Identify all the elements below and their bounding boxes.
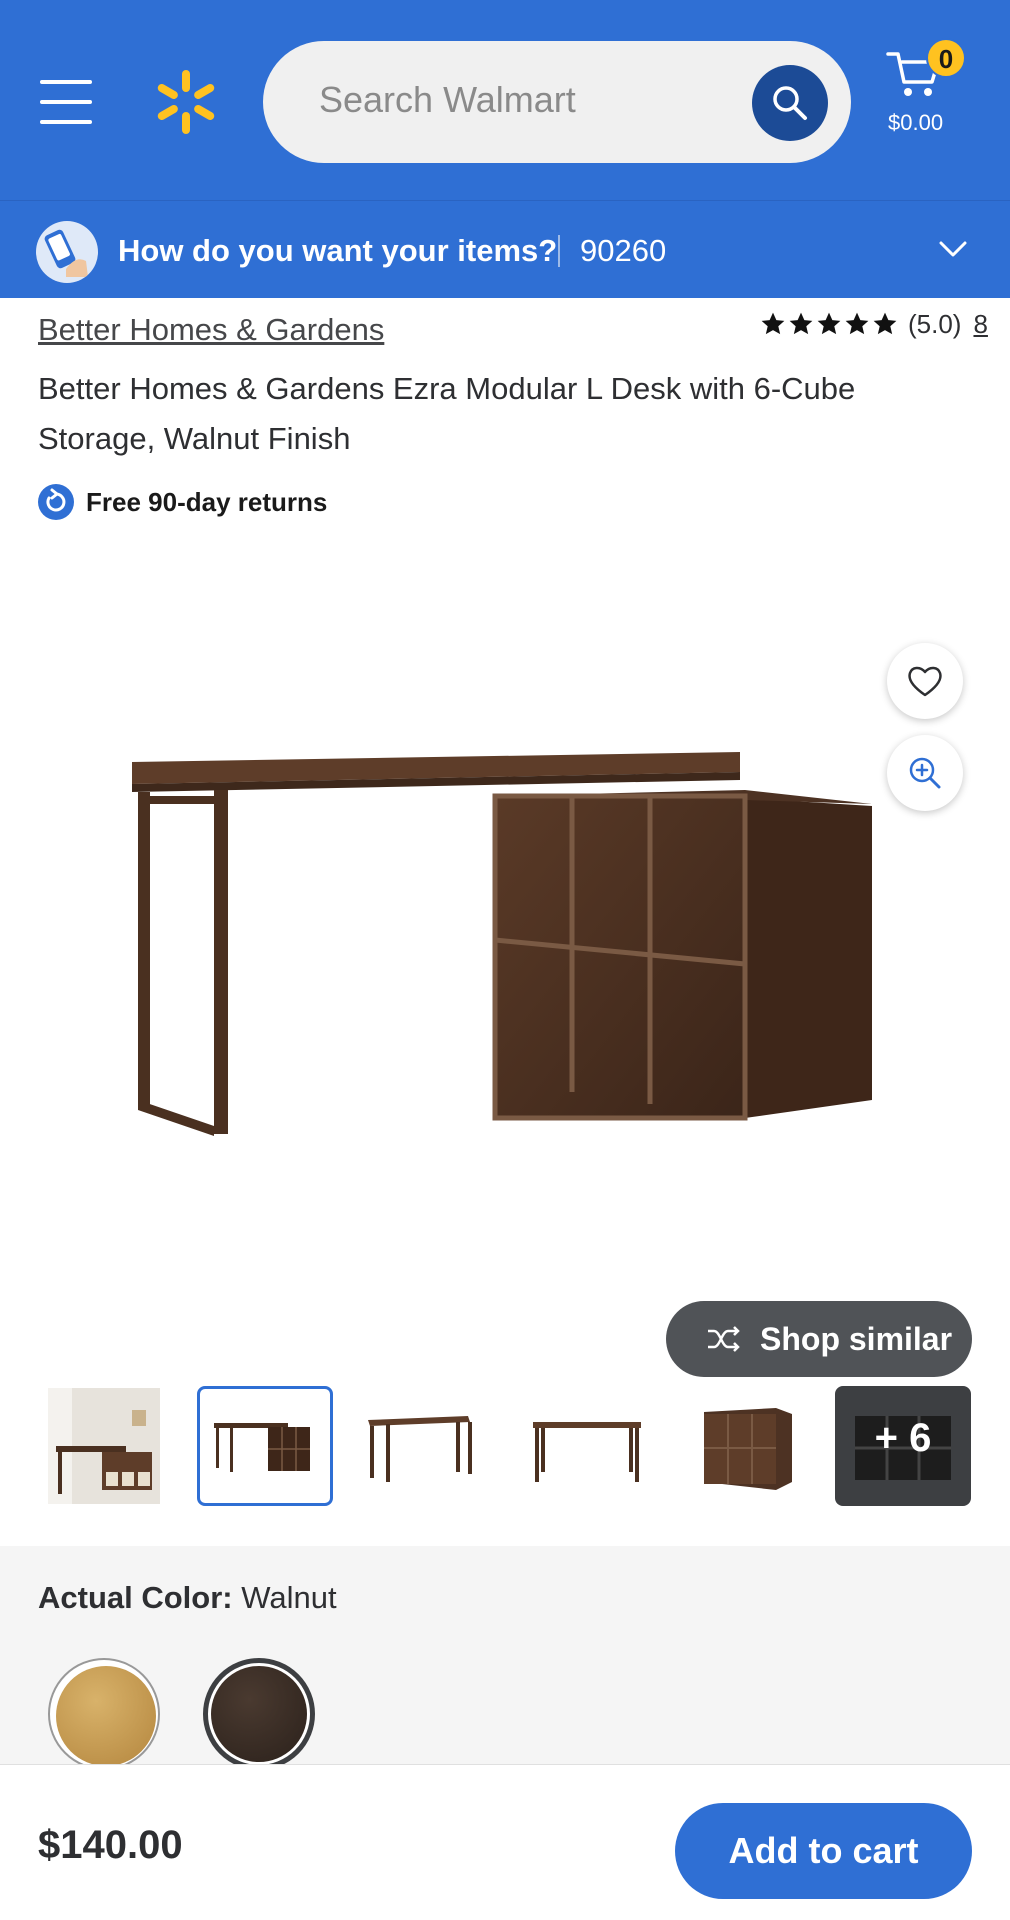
search-button[interactable] [752,65,828,141]
zoom-in-icon [909,757,941,789]
color-label-key: Actual Color: [38,1580,233,1615]
delivery-selector[interactable]: How do you want your items? 90260 [0,200,1010,298]
review-count-link[interactable]: 8 [973,309,987,340]
shop-similar-button[interactable]: Shop similar [666,1301,972,1377]
heart-icon [908,666,942,697]
delivery-zip: 90260 [580,233,667,268]
delivery-illustration-icon [36,221,98,283]
thumbnail-2-selected[interactable] [197,1386,333,1506]
add-to-cart-button[interactable]: Add to cart [675,1803,972,1899]
divider [558,235,560,267]
star-icon [817,312,841,335]
search-bar[interactable]: Search Walmart [263,41,851,163]
walmart-spark-logo[interactable] [152,68,220,136]
rating-summary[interactable]: (5.0) 8 [760,306,988,342]
purchase-bar: $140.00 Add to cart [0,1764,1010,1920]
product-image[interactable] [110,700,900,1200]
returns-text: Free 90-day returns [86,486,328,517]
thumbnail-5[interactable] [680,1386,816,1506]
zoom-button[interactable] [887,735,963,811]
color-selector: Actual Color: Walnut [0,1546,1010,1770]
rating-value: (5.0) [908,308,962,339]
brand-link[interactable]: Better Homes & Gardens [38,312,384,348]
price: $140.00 [38,1823,183,1867]
delivery-question: How do you want your items? [118,233,558,268]
thumbnail-4[interactable] [519,1386,655,1506]
swatch-oak[interactable] [48,1658,160,1770]
header: Search Walmart 0 $0.00 [0,0,1010,200]
product-title: Better Homes & Gardens Ezra Modular L De… [38,371,856,456]
thumbnail-more[interactable]: + 6 [835,1386,971,1506]
thumbnail-1[interactable] [36,1386,172,1506]
returns-icon [38,484,74,520]
cart-button[interactable]: 0 $0.00 [882,38,982,148]
thumbnail-3[interactable] [358,1386,494,1506]
favorite-button[interactable] [887,643,963,719]
star-icon [789,312,813,335]
star-icon [873,312,897,335]
shop-similar-label: Shop similar [760,1321,953,1357]
star-icon [845,312,869,335]
swatch-walnut-selected[interactable] [203,1658,315,1770]
star-icon [761,312,785,335]
rating-stars [760,311,898,337]
more-images-count: + 6 [874,1416,932,1460]
search-icon [773,86,807,120]
returns-info: Free 90-day returns [38,484,327,520]
chevron-down-icon[interactable] [938,239,968,259]
color-label: Actual Color: Walnut [38,1580,337,1616]
search-input[interactable]: Search Walmart [319,79,576,121]
cart-total: $0.00 [888,110,944,135]
cart-count-badge: 0 [926,38,966,78]
shuffle-icon [708,1326,740,1352]
thumbnail-strip: + 6 [36,1386,976,1510]
color-value: Walnut [241,1580,337,1615]
menu-icon[interactable] [40,80,92,124]
